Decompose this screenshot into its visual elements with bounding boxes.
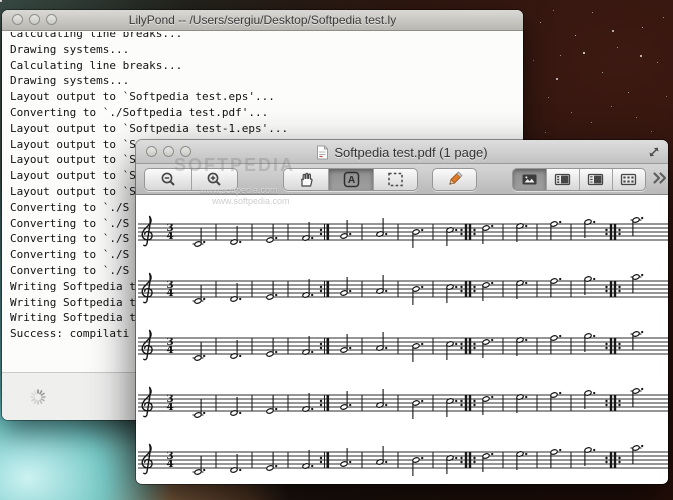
tool-button-group: A: [283, 168, 418, 191]
note-dotted-half: [630, 444, 644, 464]
minimize-button[interactable]: [163, 146, 174, 157]
music-staff-system: 34: [138, 215, 668, 248]
note-dotted-half: [192, 456, 206, 475]
pencil-icon: [449, 171, 463, 185]
sheet-music: 34 34 34 34 34: [136, 195, 668, 483]
close-button[interactable]: [146, 146, 157, 157]
note-dotted-half: [630, 387, 644, 407]
terminal-line: Converting to `./Softpedia test.pdf'...: [10, 105, 269, 119]
pdf-document-icon: [317, 145, 329, 159]
time-signature-denominator: 4: [166, 287, 173, 299]
note-dotted-half: [192, 342, 206, 361]
preview-window-buttons: [146, 146, 191, 157]
view-table-of-contents-button[interactable]: [578, 169, 612, 190]
preview-window: Softpedia test.pdf (1 page) SOFTPEDIA ww…: [136, 140, 668, 484]
fullscreen-icon[interactable]: [647, 145, 661, 159]
view-contact-sheet-button[interactable]: [611, 169, 645, 190]
music-staff-system: 34: [138, 272, 668, 305]
treble-clef: [141, 329, 153, 361]
page-watermark: www.softpedia.com: [212, 196, 290, 206]
select-tool-button[interactable]: [372, 169, 417, 190]
treble-clef: [141, 386, 153, 418]
terminal-line: Layout output to `Softpedia test-1.eps'.…: [10, 121, 289, 135]
time-signature-denominator: 4: [166, 458, 173, 470]
page-image-icon: [522, 174, 537, 185]
note-dotted-half: [192, 399, 206, 418]
desktop-background: LilyPond -- /Users/sergiu/Desktop/Softpe…: [0, 0, 673, 500]
terminal-titlebar[interactable]: LilyPond -- /Users/sergiu/Desktop/Softpe…: [2, 10, 523, 31]
text-select-icon: A: [343, 171, 359, 188]
terminal-line: Drawing systems...: [10, 42, 130, 56]
preview-window-title: Softpedia test.pdf (1 page): [334, 144, 488, 160]
sidebar-list-icon: [588, 173, 604, 186]
pdf-page[interactable]: www.softpedia.com 34 34 34 34 34: [136, 195, 668, 483]
time-signature-denominator: 4: [166, 344, 173, 356]
music-staff-system: 34: [138, 329, 668, 362]
terminal-line: Calculating line breaks...: [10, 58, 183, 72]
note-dotted-half: [630, 216, 644, 236]
view-thumbnails-button[interactable]: [545, 169, 579, 190]
sidebar-thumbs-icon: [555, 173, 571, 186]
terminal-window-buttons: [12, 14, 57, 25]
marquee-icon: [388, 172, 403, 187]
close-button[interactable]: [12, 14, 23, 25]
loading-spinner-icon: [30, 389, 46, 405]
zoom-out-button[interactable]: [145, 169, 191, 190]
annotate-button[interactable]: [433, 169, 476, 190]
treble-clef: [141, 272, 153, 304]
music-staff-system: 34: [138, 443, 668, 476]
time-signature-denominator: 4: [166, 230, 173, 242]
treble-clef: [141, 443, 153, 475]
note-dotted-half: [192, 285, 206, 304]
svg-text:A: A: [347, 174, 355, 186]
terminal-line: Calculating line breaks...: [10, 32, 183, 40]
zoom-button[interactable]: [180, 146, 191, 157]
zoom-button[interactable]: [46, 14, 57, 25]
move-tool-button[interactable]: [284, 169, 328, 190]
hand-icon: [301, 172, 313, 187]
double-chevron-icon[interactable]: [652, 171, 668, 185]
music-staff-system: 34: [138, 386, 668, 419]
preview-toolbar: SOFTPEDIA www.softpedia.com A: [136, 155, 668, 195]
note-dotted-half: [630, 273, 644, 293]
text-tool-button[interactable]: A: [328, 169, 373, 190]
view-content-only-button[interactable]: [513, 169, 546, 190]
terminal-line: Layout output to `Softpedia test.eps'...: [10, 90, 275, 104]
terminal-line: Drawing systems...: [10, 74, 130, 88]
time-signature-denominator: 4: [166, 401, 173, 413]
preview-titlebar[interactable]: Softpedia test.pdf (1 page): [136, 140, 668, 164]
zoom-in-button[interactable]: [190, 169, 237, 190]
magnifier-plus-icon: [208, 172, 222, 186]
annotate-button-group: [432, 168, 477, 191]
note-dotted-half: [630, 330, 644, 350]
terminal-title: LilyPond -- /Users/sergiu/Desktop/Softpe…: [128, 13, 397, 27]
note-dotted-half: [192, 228, 206, 247]
treble-clef: [141, 215, 153, 247]
zoom-button-group: [144, 168, 238, 191]
magnifier-minus-icon: [161, 172, 175, 186]
view-mode-group: [512, 168, 646, 191]
minimize-button[interactable]: [29, 14, 40, 25]
grid-dots-icon: [621, 173, 637, 186]
